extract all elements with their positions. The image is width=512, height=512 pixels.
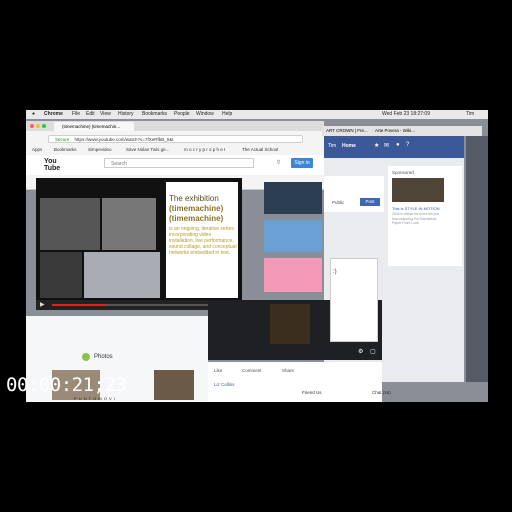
bookmark-mocryprophet[interactable]: m o c r y p r o p h e t (184, 147, 225, 152)
fb-ad-title[interactable]: This is STYLE IN MOTION (392, 206, 458, 211)
fb-right-column: Sponsored This is STYLE IN MOTION Click … (388, 166, 462, 266)
fb-ad-subtext: Click to follow for more art you love fe… (392, 212, 440, 225)
bookmarks-bar: Apps Bookmarks Simpevideo Save Nolan Twi… (26, 146, 324, 154)
photo-thumb[interactable] (154, 370, 194, 400)
like-button[interactable]: Like (214, 368, 222, 373)
slide-body: is an ongoing, iterative series incorpor… (169, 226, 237, 256)
menu-edit[interactable]: Edit (86, 111, 95, 117)
settings-icon[interactable]: ⚙ (358, 348, 363, 355)
editor-cursor-text: :) (333, 269, 337, 275)
play-icon[interactable]: ▶ (40, 301, 45, 308)
facebook-tab-bar: ART CROWN | Fre... Arte Povera - Wiki... (322, 126, 482, 136)
slide-title: The exhibition (169, 194, 219, 203)
close-window-icon[interactable] (30, 124, 34, 128)
fb-home-link[interactable]: Home (342, 143, 356, 149)
menu-bookmarks[interactable]: Bookmarks (142, 111, 167, 117)
video-still-screen (84, 252, 160, 298)
bookmark-save-nolan[interactable]: Save Nolan Twis ge... (126, 147, 180, 152)
menu-view[interactable]: View (100, 111, 111, 117)
slide-highlight-1: (timemachine) (169, 204, 224, 213)
chat-label[interactable]: Chat (56) (372, 390, 391, 395)
suggested-video-thumb[interactable] (264, 220, 322, 252)
share-button[interactable]: Share (282, 368, 294, 373)
video-frame-performer (270, 304, 310, 344)
tab-arte-povera[interactable]: Arte Povera - Wiki... (375, 128, 415, 133)
menu-help[interactable]: Help (222, 111, 232, 117)
punto-movi-tag: P U N T O M O V I (74, 396, 116, 401)
video-still-room (40, 198, 100, 250)
bookmark-actual-school[interactable]: The Actual School (242, 147, 278, 152)
video-progress[interactable] (52, 304, 232, 306)
slide-highlight-2: (timemachine) (169, 214, 224, 223)
upload-icon[interactable]: ⇧ (276, 159, 281, 166)
timecode-overlay: 00:00:21;23 (6, 374, 127, 396)
sign-in-button[interactable]: Sign in (291, 158, 313, 168)
menu-people[interactable]: People (174, 111, 190, 117)
menu-user[interactable]: Tim (466, 111, 474, 117)
maximize-window-icon[interactable] (42, 124, 46, 128)
notifications-icon[interactable]: ● (396, 142, 400, 148)
menu-clock: Wed Feb 23 18:27:09 (382, 111, 430, 117)
minimize-window-icon[interactable] (36, 124, 40, 128)
photos-icon (82, 353, 90, 361)
facebook-top-bar: Tim Home ★ ✉ ● ? (324, 136, 464, 158)
fb-ad-image[interactable] (392, 178, 444, 202)
secure-label: Secure (55, 137, 70, 142)
chat-sidebar (466, 136, 488, 382)
bookmark-simpevideo[interactable]: Simpevideo (88, 147, 112, 152)
tab-youtube[interactable]: (timemachine) (timemachin... (54, 122, 134, 131)
video-still-hall (102, 198, 156, 250)
tab-bar: (timemachine) (timemachin... (26, 121, 324, 131)
fb-post-button[interactable]: Post (360, 198, 380, 206)
mac-menu-bar: ● Chrome File Edit View History Bookmark… (26, 110, 488, 119)
friend-label[interactable]: Friend Us (302, 390, 322, 395)
menu-app-name[interactable]: Chrome (44, 111, 63, 117)
help-icon[interactable]: ? (406, 142, 409, 148)
youtube-search-input[interactable]: Search (104, 158, 254, 168)
menu-file[interactable]: File (72, 111, 80, 117)
friend-requests-icon[interactable]: ★ (374, 142, 379, 149)
bookmark-bookmarks[interactable]: Bookmarks (54, 147, 77, 152)
fb-user-name[interactable]: Tim (328, 143, 336, 149)
bookmark-apps[interactable]: Apps (32, 147, 42, 152)
fb-sponsored-label: Sponsored (392, 170, 414, 175)
fb-composer[interactable]: Public Post (324, 176, 384, 212)
video-progress-fill (52, 304, 106, 306)
comment-button[interactable]: Comment (242, 368, 262, 373)
fullscreen-icon[interactable]: ▢ (370, 348, 376, 355)
floating-editor-window[interactable]: :) (330, 258, 378, 342)
suggested-video-thumb[interactable] (264, 182, 322, 214)
suggested-video-thumb[interactable] (264, 258, 322, 292)
reaction-name[interactable]: Liz Collins (214, 382, 235, 387)
address-bar[interactable]: Secure https://www.youtube.com/watch?v=7… (48, 135, 303, 143)
fb-privacy-label[interactable]: Public (332, 200, 344, 205)
menu-history[interactable]: History (118, 111, 134, 117)
tab-art-crown[interactable]: ART CROWN | Fre... (326, 128, 369, 133)
screen-recording-frame: ● Chrome File Edit View History Bookmark… (26, 110, 488, 402)
youtube-logo[interactable]: You Tube (44, 158, 72, 172)
apple-icon[interactable]: ● (32, 111, 35, 117)
youtube-logo-text: You Tube (44, 158, 61, 172)
url-text: https://www.youtube.com/watch?v=7fXeRfbB… (74, 137, 174, 142)
menu-window[interactable]: Window (196, 111, 214, 117)
video-still-dark (40, 252, 82, 298)
photos-label[interactable]: Photos (94, 354, 113, 360)
fb-post-footer: Like Comment Share Liz Collins (208, 362, 382, 402)
messages-icon[interactable]: ✉ (384, 142, 389, 149)
